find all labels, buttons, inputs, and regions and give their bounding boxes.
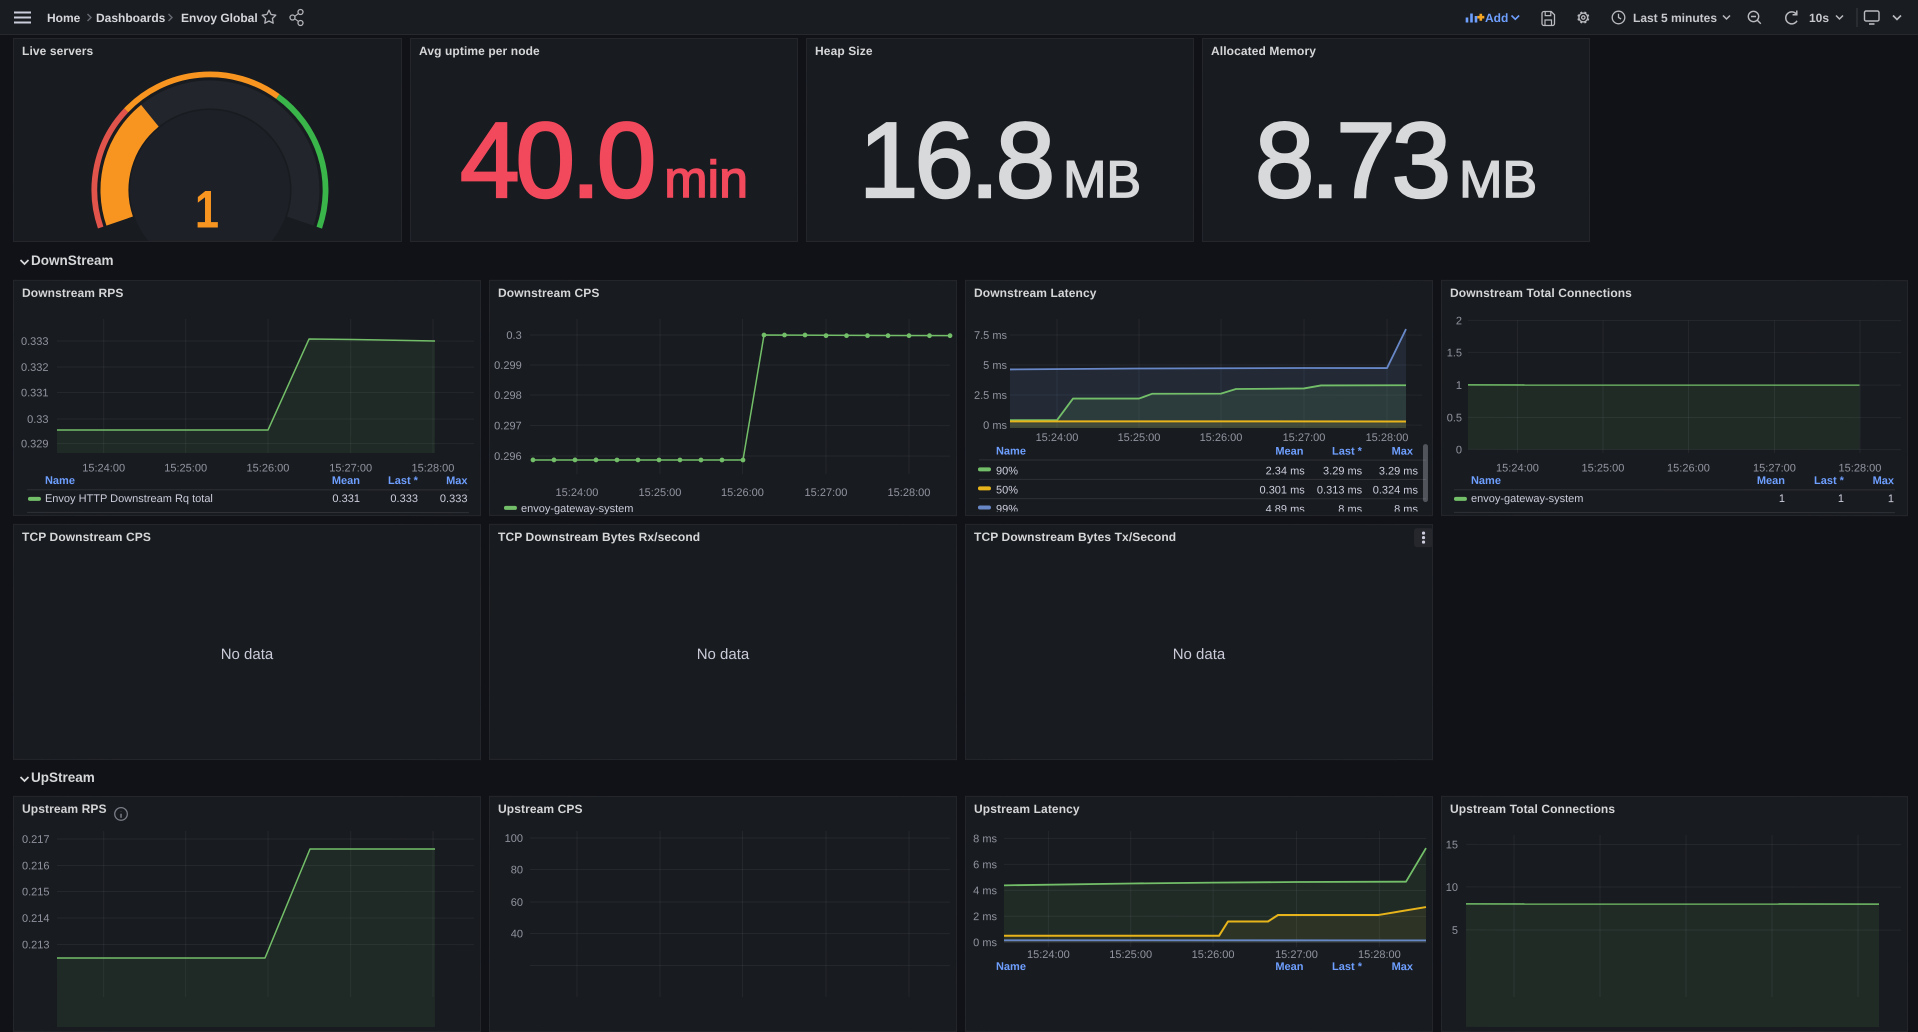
svg-text:15:24:00: 15:24:00	[556, 487, 599, 499]
svg-text:0 ms: 0 ms	[973, 937, 997, 949]
svg-text:envoy-gateway-system: envoy-gateway-system	[521, 503, 634, 515]
svg-text:10: 10	[1446, 882, 1458, 894]
svg-text:0.5: 0.5	[1447, 412, 1462, 424]
svg-text:15:25:00: 15:25:00	[1118, 432, 1161, 444]
svg-text:0.333: 0.333	[390, 493, 418, 505]
svg-text:envoy-gateway-system: envoy-gateway-system	[1471, 493, 1584, 505]
svg-text:8 ms: 8 ms	[973, 833, 997, 845]
svg-text:15:25:00: 15:25:00	[639, 487, 682, 499]
svg-text:1.5: 1.5	[1447, 347, 1462, 359]
svg-text:4 ms: 4 ms	[973, 885, 997, 897]
svg-text:80: 80	[511, 864, 523, 876]
svg-text:Mean: Mean	[1275, 446, 1303, 458]
svg-text:0.216: 0.216	[22, 860, 50, 872]
svg-text:15:24:00: 15:24:00	[82, 462, 125, 474]
svg-text:0.324 ms: 0.324 ms	[1373, 485, 1419, 497]
svg-text:15:26:00: 15:26:00	[247, 462, 290, 474]
svg-text:0.215: 0.215	[22, 886, 50, 898]
svg-text:Last *: Last *	[1332, 961, 1363, 973]
svg-text:3.29 ms: 3.29 ms	[1379, 465, 1419, 477]
svg-text:15:26:00: 15:26:00	[1200, 432, 1243, 444]
svg-text:0.331: 0.331	[332, 493, 360, 505]
svg-text:2 ms: 2 ms	[973, 911, 997, 923]
svg-text:0.331: 0.331	[21, 387, 49, 399]
svg-text:0.333: 0.333	[440, 493, 468, 505]
svg-text:Mean: Mean	[332, 475, 360, 487]
svg-text:15:27:00: 15:27:00	[1753, 463, 1796, 475]
svg-text:0.313 ms: 0.313 ms	[1317, 485, 1363, 497]
svg-text:15:27:00: 15:27:00	[1275, 949, 1318, 961]
svg-text:15:25:00: 15:25:00	[1582, 462, 1625, 474]
svg-text:Last *: Last *	[388, 475, 419, 487]
svg-text:0.297: 0.297	[494, 420, 522, 432]
svg-text:0.298: 0.298	[494, 390, 522, 402]
svg-text:15:25:00: 15:25:00	[1109, 949, 1152, 961]
svg-text:0.33: 0.33	[27, 414, 48, 426]
svg-text:2: 2	[1456, 315, 1462, 327]
svg-text:0 ms: 0 ms	[983, 420, 1007, 432]
svg-text:1: 1	[1456, 380, 1462, 392]
svg-text:15:27:00: 15:27:00	[805, 487, 848, 499]
svg-text:0.213: 0.213	[22, 939, 50, 951]
svg-text:Last *: Last *	[1332, 446, 1363, 458]
svg-text:5: 5	[1452, 925, 1458, 937]
svg-text:1: 1	[1779, 493, 1785, 505]
svg-text:0.299: 0.299	[494, 360, 522, 372]
svg-text:15:28:00: 15:28:00	[1839, 463, 1882, 475]
svg-text:1: 1	[195, 180, 219, 239]
svg-text:5 ms: 5 ms	[983, 360, 1007, 372]
svg-text:3.29 ms: 3.29 ms	[1323, 465, 1363, 477]
svg-text:15:28:00: 15:28:00	[412, 463, 455, 475]
svg-text:15:28:00: 15:28:00	[1358, 949, 1401, 961]
svg-text:Max: Max	[446, 475, 468, 487]
svg-text:2.34 ms: 2.34 ms	[1266, 465, 1306, 477]
svg-text:Last *: Last *	[1814, 475, 1845, 487]
svg-text:1: 1	[1888, 493, 1894, 505]
svg-text:Max: Max	[1873, 475, 1895, 487]
svg-text:40: 40	[511, 928, 523, 940]
svg-text:0.217: 0.217	[22, 834, 50, 846]
svg-text:0.301 ms: 0.301 ms	[1260, 485, 1306, 497]
svg-text:15:28:00: 15:28:00	[888, 487, 931, 499]
svg-text:Name: Name	[1471, 475, 1501, 487]
svg-text:Envoy HTTP Downstream Rq total: Envoy HTTP Downstream Rq total	[45, 493, 213, 505]
svg-text:15:26:00: 15:26:00	[1667, 462, 1710, 474]
svg-text:90%: 90%	[996, 465, 1018, 477]
svg-text:15:26:00: 15:26:00	[721, 487, 764, 499]
svg-text:15:28:00: 15:28:00	[1366, 432, 1409, 444]
svg-text:7.5 ms: 7.5 ms	[974, 330, 1008, 342]
svg-text:Max: Max	[1392, 446, 1414, 458]
svg-text:100: 100	[505, 833, 523, 845]
svg-text:0.333: 0.333	[21, 336, 49, 348]
svg-text:50%: 50%	[996, 484, 1018, 496]
svg-text:15:27:00: 15:27:00	[329, 463, 372, 475]
svg-text:Name: Name	[996, 961, 1026, 973]
svg-text:15:27:00: 15:27:00	[1283, 432, 1326, 444]
svg-text:15:24:00: 15:24:00	[1027, 949, 1070, 961]
svg-text:15: 15	[1446, 839, 1458, 851]
svg-text:0: 0	[1456, 444, 1462, 456]
svg-text:60: 60	[511, 897, 523, 909]
svg-text:15:26:00: 15:26:00	[1192, 949, 1235, 961]
svg-text:0.214: 0.214	[22, 913, 50, 925]
svg-text:0.329: 0.329	[21, 438, 49, 450]
svg-text:Mean: Mean	[1757, 475, 1785, 487]
svg-text:15:24:00: 15:24:00	[1496, 462, 1539, 474]
svg-text:2.5 ms: 2.5 ms	[974, 390, 1008, 402]
svg-text:Name: Name	[45, 475, 75, 487]
svg-text:6 ms: 6 ms	[973, 859, 997, 871]
svg-text:0.332: 0.332	[21, 362, 49, 374]
svg-text:0.296: 0.296	[494, 451, 522, 463]
svg-text:15:24:00: 15:24:00	[1036, 432, 1079, 444]
svg-text:1: 1	[1838, 493, 1844, 505]
svg-text:Name: Name	[996, 446, 1026, 458]
svg-text:15:25:00: 15:25:00	[164, 462, 207, 474]
svg-text:Mean: Mean	[1275, 961, 1303, 973]
svg-text:0.3: 0.3	[506, 330, 521, 342]
svg-text:Max: Max	[1392, 961, 1414, 973]
